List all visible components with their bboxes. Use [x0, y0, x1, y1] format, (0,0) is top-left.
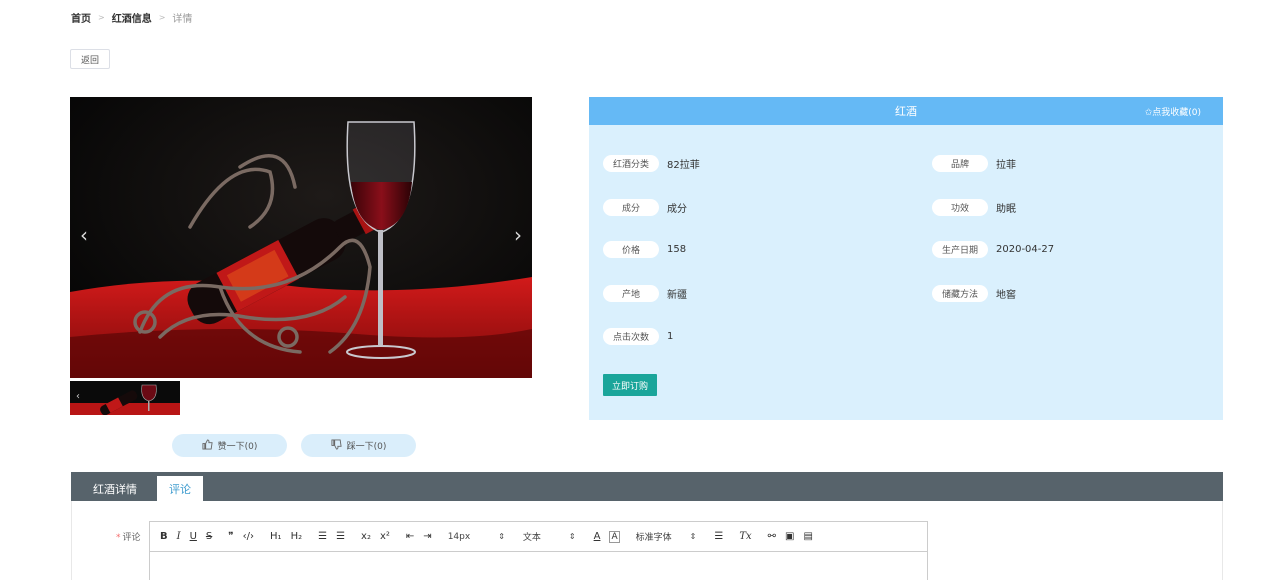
underline-icon[interactable]: U — [190, 531, 197, 542]
field-click-count: 点击次数 1 — [603, 328, 673, 345]
field-label: 成分 — [603, 199, 659, 216]
field-label: 品牌 — [932, 155, 988, 172]
field-origin: 产地 新疆 — [603, 285, 687, 302]
field-value: 新疆 — [667, 290, 687, 301]
field-production-date: 生产日期 2020-04-27 — [932, 241, 1054, 258]
dislike-button[interactable]: 踩一下(0) — [301, 434, 416, 457]
field-value: 158 — [667, 244, 687, 255]
field-label: 产地 — [603, 285, 659, 302]
field-price: 价格 158 — [603, 241, 686, 258]
image-icon[interactable]: ▣ — [785, 531, 794, 542]
back-button[interactable]: 返回 — [70, 49, 110, 69]
dislike-label: 踩一下(0) — [346, 442, 387, 452]
field-label: 储藏方法 — [932, 285, 988, 302]
product-thumbnail[interactable]: ‹ — [70, 381, 180, 415]
field-value: 拉菲 — [996, 160, 1016, 171]
required-mark: * — [116, 533, 121, 543]
font-family-select[interactable]: 标准字体 ⇕ — [636, 530, 697, 543]
code-block-icon[interactable]: ‹/› — [243, 531, 254, 542]
breadcrumb-home[interactable]: 首页 — [71, 10, 91, 25]
clear-format-icon[interactable]: Tx — [739, 531, 751, 542]
tab-wine-details[interactable]: 红酒详情 — [81, 476, 149, 501]
like-label: 赞一下(0) — [217, 442, 258, 452]
align-icon[interactable]: ☰ — [714, 531, 723, 542]
field-value: 地窖 — [996, 290, 1016, 301]
superscript-icon[interactable]: x² — [380, 531, 390, 542]
outdent-icon[interactable]: ⇤ — [406, 531, 414, 542]
tab-comments[interactable]: 评论 — [157, 476, 203, 501]
field-brand: 品牌 拉菲 — [932, 155, 1016, 172]
product-info-panel: 红酒 ✩点我收藏(0) 红酒分类 82拉菲 品牌 拉菲 成分 成分 功效 助眠 … — [589, 97, 1223, 420]
field-value: 1 — [667, 331, 674, 342]
select-caret-icon: ⇕ — [568, 532, 576, 541]
bullet-list-icon[interactable]: ☰ — [336, 531, 345, 542]
product-info-header: 红酒 ✩点我收藏(0) — [589, 97, 1223, 125]
text-type-value: 文本 — [522, 533, 541, 543]
bold-icon[interactable]: B — [160, 531, 168, 542]
rich-text-editor[interactable]: B I U S ❞ ‹/› H₁ H₂ ☰ ☰ x₂ x² ⇤ ⇥ 14px ⇕… — [149, 521, 928, 580]
background-color-icon[interactable]: A — [609, 530, 620, 543]
video-icon[interactable]: ▤ — [803, 531, 812, 542]
field-value: 助眠 — [996, 204, 1016, 215]
ordered-list-icon[interactable]: ☰ — [318, 531, 327, 542]
heading1-icon[interactable]: H₁ — [270, 531, 282, 542]
product-title: 红酒 — [895, 105, 917, 118]
strikethrough-icon[interactable]: S — [206, 531, 212, 542]
field-ingredients: 成分 成分 — [603, 199, 687, 216]
subscript-icon[interactable]: x₂ — [361, 531, 371, 542]
font-family-value: 标准字体 — [635, 533, 672, 543]
field-label: 点击次数 — [603, 328, 659, 345]
link-icon[interactable]: ⚯ — [768, 531, 776, 542]
thumbs-down-icon — [331, 438, 342, 453]
select-caret-icon: ⇕ — [498, 532, 505, 541]
text-type-select[interactable]: 文本 ⇕ — [523, 530, 576, 543]
breadcrumb-separator: > — [98, 13, 105, 22]
field-value: 82拉菲 — [667, 160, 700, 171]
font-color-icon[interactable]: A — [594, 531, 601, 542]
like-button[interactable]: 赞一下(0) — [172, 434, 287, 457]
buy-now-button[interactable]: 立即订购 — [603, 374, 657, 396]
comment-section: * 评论 B I U S ❞ ‹/› H₁ H₂ ☰ ☰ x₂ x² ⇤ ⇥ 14… — [71, 501, 1223, 580]
thumbnail-prev-icon[interactable]: ‹ — [76, 391, 80, 402]
detail-tabs: 红酒详情 评论 — [71, 472, 1223, 501]
field-value: 2020-04-27 — [996, 244, 1055, 255]
blockquote-icon[interactable]: ❞ — [228, 531, 233, 542]
field-label: 功效 — [932, 199, 988, 216]
breadcrumb-section[interactable]: 红酒信息 — [112, 10, 152, 25]
field-storage: 储藏方法 地窖 — [932, 285, 1016, 302]
wine-product-image — [70, 97, 532, 378]
carousel-prev-icon[interactable]: ‹ — [80, 225, 88, 245]
product-image-carousel[interactable]: ‹ › — [70, 97, 532, 378]
editor-toolbar: B I U S ❞ ‹/› H₁ H₂ ☰ ☰ x₂ x² ⇤ ⇥ 14px ⇕… — [150, 522, 927, 552]
field-effect: 功效 助眠 — [932, 199, 1016, 216]
breadcrumb-separator: > — [158, 13, 166, 22]
breadcrumb: 首页 > 红酒信息 > 详情 — [71, 10, 192, 25]
italic-icon[interactable]: I — [177, 531, 181, 542]
heading2-icon[interactable]: H₂ — [291, 531, 303, 542]
field-label: 价格 — [603, 241, 659, 258]
field-value: 成分 — [667, 204, 687, 215]
field-category: 红酒分类 82拉菲 — [603, 155, 700, 172]
breadcrumb-current: 详情 — [172, 14, 193, 25]
field-label: 红酒分类 — [603, 155, 659, 172]
thumbs-up-icon — [202, 438, 213, 453]
favorite-link[interactable]: ✩点我收藏(0) — [1145, 105, 1201, 118]
carousel-next-icon[interactable]: › — [514, 225, 522, 245]
comment-label-text: 评论 — [122, 533, 141, 543]
wine-thumbnail-image — [70, 381, 180, 415]
comment-field-label: * 评论 — [116, 530, 141, 543]
font-size-select[interactable]: 14px ⇕ — [448, 532, 505, 542]
editor-content-area[interactable] — [150, 552, 927, 580]
select-caret-icon: ⇕ — [689, 532, 697, 541]
indent-icon[interactable]: ⇥ — [423, 531, 431, 542]
font-size-value: 14px — [447, 531, 471, 542]
field-label: 生产日期 — [932, 241, 988, 258]
